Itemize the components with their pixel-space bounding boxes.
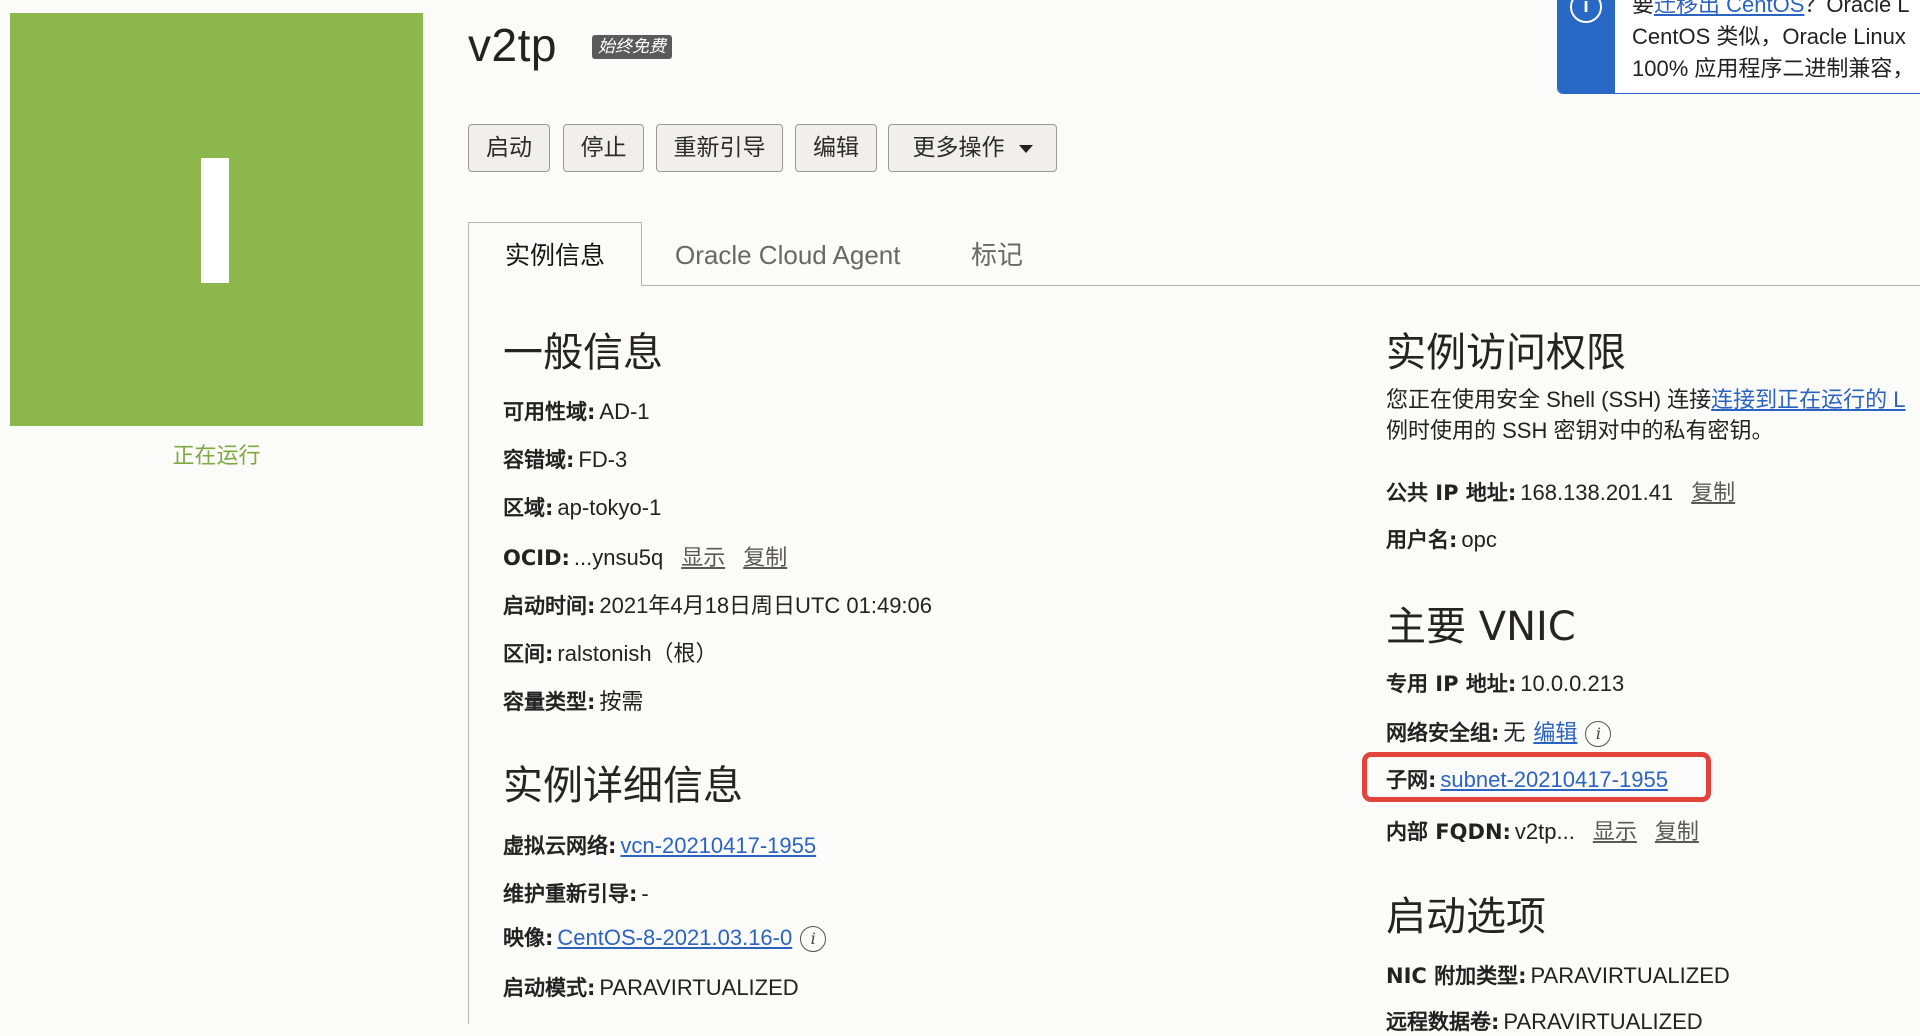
region-label: 区域:: [503, 496, 554, 520]
fqdn-label: 内部 FQDN:: [1386, 820, 1511, 844]
always-free-badge: 始终免费: [592, 35, 672, 59]
instance-status-tile: [10, 13, 423, 426]
primary-vnic-heading: 主要 VNIC: [1386, 604, 1576, 650]
banner-line1-prefix: 要: [1632, 0, 1655, 17]
compartment-label: 区间:: [503, 642, 554, 666]
launch-time-label: 启动时间:: [503, 594, 596, 618]
internal-fqdn-row: 内部 FQDN: v2tp... 显示 复制: [1386, 814, 1699, 846]
image-link[interactable]: CentOS-8-2021.03.16-0: [557, 925, 792, 950]
banner-line2: CentOS 类似，Oracle Linux: [1632, 24, 1906, 49]
image-info-icon[interactable]: i: [800, 926, 827, 953]
fqdn-copy-link[interactable]: 复制: [1655, 819, 1699, 844]
instance-letter-icon: [201, 158, 229, 283]
ocid-copy-link[interactable]: 复制: [743, 545, 787, 570]
banner-line1-suffix: ？Oracle L: [1804, 0, 1910, 17]
banner-side: i: [1558, 0, 1615, 93]
centos-migration-banner: i 要迁移出 CentOS？Oracle L CentOS 类似，Oracle …: [1557, 0, 1920, 94]
capacity-label: 容量类型:: [503, 690, 596, 714]
edit-button[interactable]: 编辑: [795, 124, 877, 172]
instance-state-label: 正在运行: [172, 443, 261, 468]
fault-domain-row: 容错域: FD-3: [503, 444, 627, 474]
nic-attachment-row: NIC 附加类型: PARAVIRTUALIZED: [1386, 960, 1730, 990]
start-button[interactable]: 启动: [468, 124, 550, 172]
maintenance-reboot-row: 维护重新引导: -: [503, 878, 649, 908]
fd-label: 容错域:: [503, 448, 575, 472]
ssh-text-prefix: 您正在使用安全 Shell (SSH) 连接: [1386, 387, 1712, 412]
remote-volume-row: 远程数据卷: PARAVIRTUALIZED: [1386, 1006, 1703, 1036]
reboot-button[interactable]: 重新引导: [656, 124, 783, 172]
page-title: v2tp: [468, 19, 557, 71]
compartment-value: ralstonish（根）: [557, 641, 718, 666]
more-actions-button[interactable]: 更多操作: [888, 124, 1057, 172]
fqdn-show-link[interactable]: 显示: [1593, 819, 1637, 844]
migrate-centos-link[interactable]: 迁移出 CentOS: [1654, 0, 1804, 17]
subnet-highlight: [1362, 752, 1711, 802]
launch-mode-row: 启动模式: PARAVIRTUALIZED: [503, 972, 799, 1002]
info-icon: i: [1570, 0, 1602, 23]
private-ip-label: 专用 IP 地址:: [1386, 672, 1517, 696]
availability-domain-row: 可用性域: AD-1: [503, 396, 650, 426]
ocid-value: ...ynsu5q: [573, 545, 664, 570]
private-ip-row: 专用 IP 地址: 10.0.0.213: [1386, 668, 1624, 698]
capacity-type-row: 容量类型: 按需: [503, 684, 643, 716]
ad-label: 可用性域:: [503, 400, 596, 424]
region-row: 区域: ap-tokyo-1: [503, 492, 661, 522]
banner-text: 要迁移出 CentOS？Oracle L CentOS 类似，Oracle Li…: [1632, 0, 1914, 85]
tab-tags[interactable]: 标记: [971, 222, 1023, 286]
instance-details-heading: 实例详细信息: [503, 763, 743, 809]
nic-label: NIC 附加类型:: [1386, 964, 1527, 988]
nsg-label: 网络安全组:: [1386, 721, 1500, 745]
capacity-value: 按需: [599, 689, 644, 714]
banner-line3: 100% 应用程序二进制兼容，: [1632, 56, 1915, 81]
image-row: 映像: CentOS-8-2021.03.16-0 i: [503, 922, 827, 953]
more-actions-label: 更多操作: [912, 135, 1005, 161]
ocid-label: OCID:: [503, 546, 570, 570]
general-info-heading: 一般信息: [503, 330, 663, 376]
nic-value: PARAVIRTUALIZED: [1530, 963, 1730, 988]
nsg-value: 无: [1503, 720, 1526, 745]
username-label: 用户名:: [1386, 528, 1458, 552]
remote-label: 远程数据卷:: [1386, 1010, 1500, 1034]
nsg-edit-link[interactable]: 编辑: [1533, 720, 1577, 745]
launch-time-value: 2021年4月18日周日UTC 01:49:06: [599, 593, 933, 618]
tab-oracle-cloud-agent[interactable]: Oracle Cloud Agent: [675, 222, 900, 286]
image-label: 映像:: [503, 926, 554, 950]
region-value: ap-tokyo-1: [557, 495, 662, 520]
connect-instance-link[interactable]: 连接到正在运行的 L: [1711, 387, 1905, 412]
remote-value: PARAVIRTUALIZED: [1503, 1009, 1703, 1034]
username-row: 用户名: opc: [1386, 524, 1497, 554]
content-border: [468, 285, 469, 1024]
stop-button[interactable]: 停止: [563, 124, 644, 172]
public-ip-label: 公共 IP 地址:: [1386, 481, 1517, 505]
launch-mode-value: PARAVIRTUALIZED: [599, 975, 799, 1000]
tab-instance-info[interactable]: 实例信息: [468, 222, 642, 286]
nsg-info-icon[interactable]: i: [1585, 721, 1612, 748]
vcn-link[interactable]: vcn-20210417-1955: [620, 833, 816, 858]
public-ip-row: 公共 IP 地址: 168.138.201.41 复制: [1386, 475, 1735, 507]
fd-value: FD-3: [578, 447, 628, 472]
ocid-show-link[interactable]: 显示: [681, 545, 725, 570]
maint-label: 维护重新引导:: [503, 882, 638, 906]
vcn-row: 虚拟云网络: vcn-20210417-1955: [503, 830, 816, 860]
instance-access-heading: 实例访问权限: [1386, 330, 1626, 376]
fqdn-value: v2tp...: [1514, 819, 1575, 844]
private-ip-value: 10.0.0.213: [1520, 671, 1625, 696]
compartment-row: 区间: ralstonish（根）: [503, 636, 718, 668]
launch-mode-label: 启动模式:: [503, 976, 596, 1000]
maint-value: -: [641, 881, 649, 906]
ad-value: AD-1: [599, 399, 650, 424]
caret-down-icon: [1018, 144, 1033, 153]
ssh-text-line2: 例时使用的 SSH 密钥对中的私有密钥。: [1386, 418, 1774, 443]
ocid-row: OCID: ...ynsu5q 显示 复制: [503, 540, 787, 572]
public-ip-value: 168.138.201.41: [1520, 480, 1674, 505]
launch-time-row: 启动时间: 2021年4月18日周日UTC 01:49:06: [503, 588, 932, 620]
vcn-label: 虚拟云网络:: [503, 834, 617, 858]
launch-options-heading: 启动选项: [1386, 894, 1546, 940]
ssh-description: 您正在使用安全 Shell (SSH) 连接连接到正在运行的 L 例时使用的 S…: [1386, 384, 1906, 446]
nsg-row: 网络安全组: 无编辑 i: [1386, 715, 1612, 748]
public-ip-copy-link[interactable]: 复制: [1691, 480, 1735, 505]
username-value: opc: [1461, 527, 1497, 552]
